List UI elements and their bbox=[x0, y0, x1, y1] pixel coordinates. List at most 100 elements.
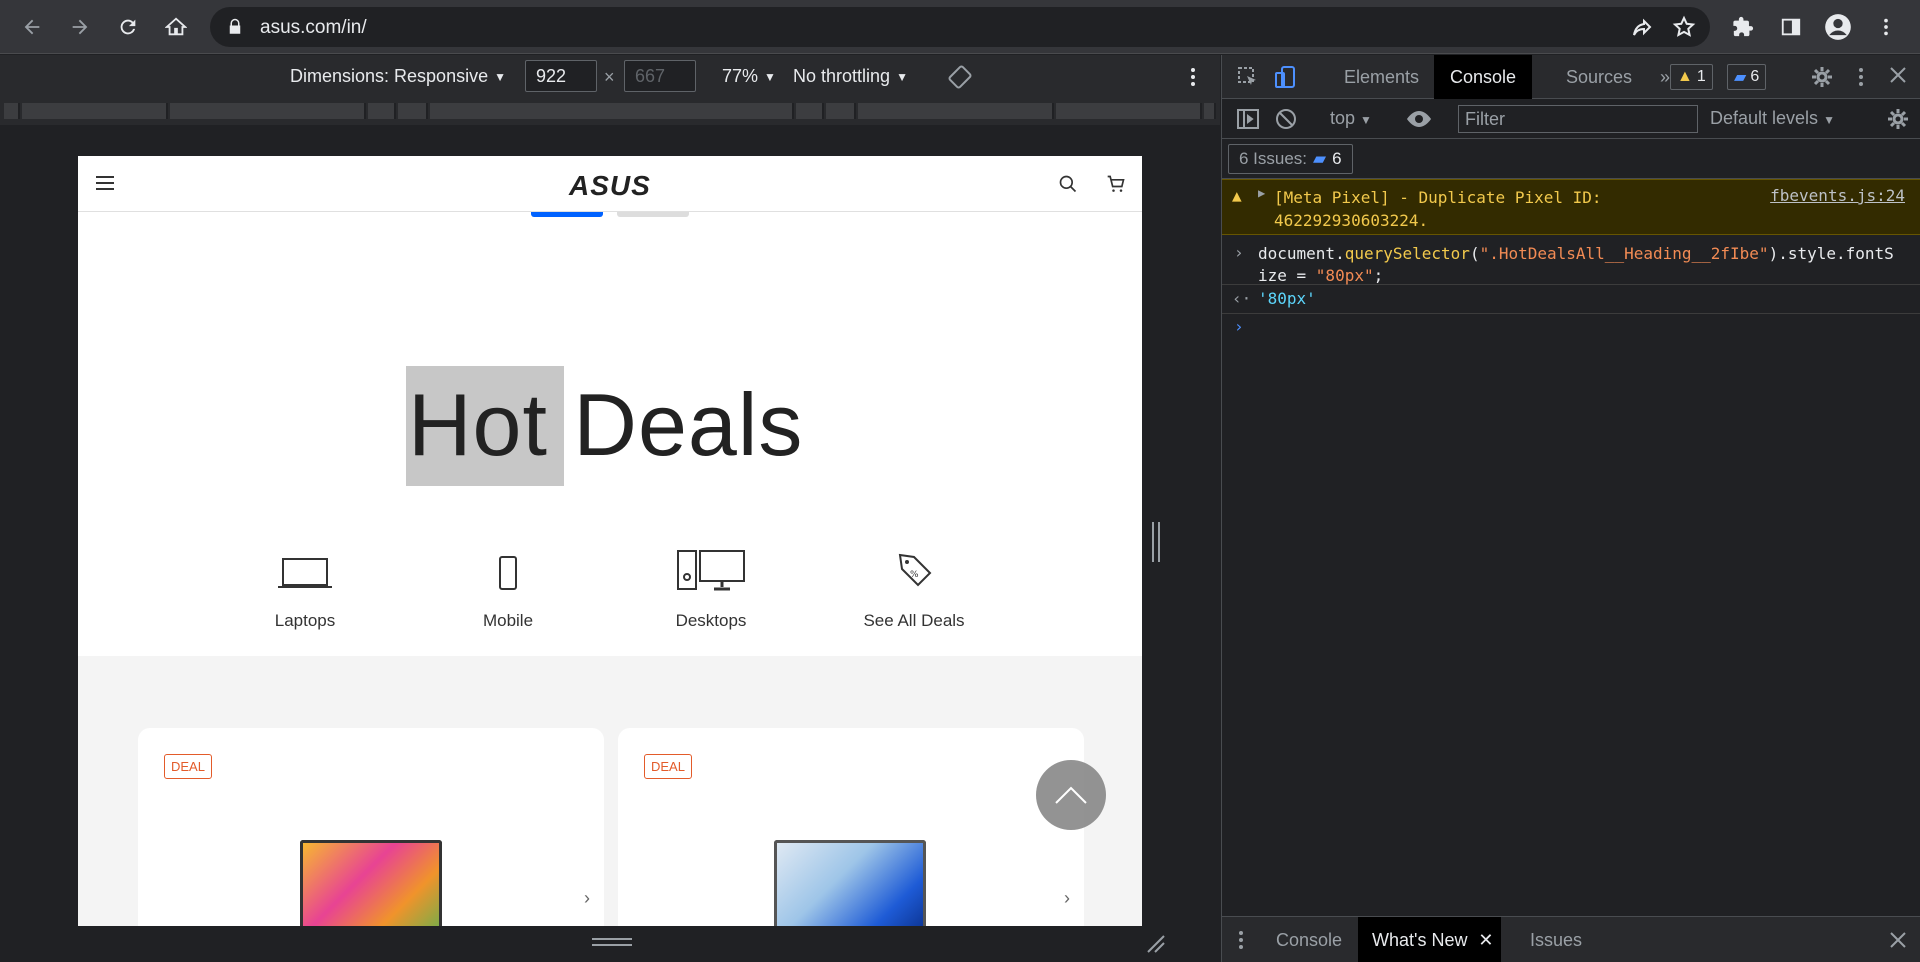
back-icon[interactable] bbox=[16, 11, 48, 43]
dimensions-label: Dimensions: Responsive bbox=[290, 66, 489, 86]
settings-gear-icon[interactable] bbox=[1810, 65, 1834, 94]
asus-logo[interactable]: ASUS bbox=[569, 170, 651, 202]
resize-handle-bottom[interactable] bbox=[592, 938, 632, 946]
output-text: '80px' bbox=[1258, 289, 1316, 308]
width-input[interactable]: 922 bbox=[525, 60, 597, 92]
cmd-open: ( bbox=[1469, 244, 1480, 263]
device-toggle-icon[interactable] bbox=[1274, 65, 1298, 94]
category-label: Laptops bbox=[274, 611, 336, 630]
chevron-right-icon: › bbox=[1234, 243, 1244, 262]
close-devtools-icon[interactable] bbox=[1888, 65, 1908, 90]
category-laptops[interactable]: Laptops bbox=[225, 541, 385, 631]
deal-card[interactable]: DEAL › bbox=[618, 728, 1084, 926]
warning-source-link[interactable]: fbevents.js:24 bbox=[1770, 186, 1905, 205]
carousel-indicator[interactable] bbox=[617, 212, 689, 217]
warning-count: 1 bbox=[1696, 68, 1706, 85]
cmd-value: "80px" bbox=[1315, 266, 1374, 285]
context-selector[interactable]: top ▼ bbox=[1330, 108, 1372, 129]
sidebar-toggle-icon[interactable] bbox=[1236, 107, 1260, 136]
tab-elements[interactable]: Elements bbox=[1328, 55, 1435, 99]
throttling-dropdown[interactable]: No throttling ▼ bbox=[793, 66, 908, 87]
issues-row: 6 Issues: ▰ 6 bbox=[1222, 139, 1920, 179]
context-label: top bbox=[1330, 108, 1356, 128]
more-options-icon[interactable] bbox=[1186, 65, 1200, 94]
svg-text:%: % bbox=[910, 570, 919, 580]
caret-down-icon: ▼ bbox=[764, 69, 776, 84]
tab-sources[interactable]: Sources bbox=[1550, 55, 1648, 99]
devtools-tab-bar: Elements Console Sources » ▲ 1 ▰ 6 bbox=[1222, 55, 1920, 99]
share-icon[interactable] bbox=[1630, 16, 1654, 40]
message-icon: ▰ bbox=[1313, 149, 1327, 168]
side-panel-icon[interactable] bbox=[1775, 11, 1807, 43]
extensions-icon[interactable] bbox=[1727, 11, 1759, 43]
address-bar[interactable]: asus.com/in/ bbox=[210, 7, 1710, 47]
deal-categories: Laptops Mobile Desktops % See All Deals bbox=[78, 541, 1142, 661]
console-toolbar: top ▼ Filter Default levels ▼ bbox=[1222, 99, 1920, 139]
expand-triangle-icon[interactable]: ▶ bbox=[1258, 186, 1265, 200]
url-text[interactable]: asus.com/in/ bbox=[260, 17, 367, 39]
tab-console[interactable]: Console bbox=[1434, 55, 1533, 99]
scroll-to-top-button[interactable] bbox=[1036, 760, 1106, 830]
resize-corner-icon[interactable] bbox=[1146, 934, 1166, 959]
browser-window: { "browser": { "url": "asus.com/in/" }, … bbox=[0, 0, 1920, 962]
zoom-dropdown[interactable]: 77% ▼ bbox=[722, 66, 776, 87]
messages-badge[interactable]: ▰ 6 bbox=[1727, 64, 1767, 90]
dimensions-dropdown[interactable]: Dimensions: Responsive ▼ bbox=[290, 66, 506, 87]
carousel-indicator-active[interactable] bbox=[531, 212, 603, 217]
device-toolbar: Dimensions: Responsive ▼ 922 × 667 77% ▼… bbox=[0, 55, 1220, 99]
browser-toolbar: asus.com/in/ bbox=[0, 0, 1920, 54]
close-drawer-icon[interactable] bbox=[1888, 930, 1908, 955]
return-arrow-icon: ‹· bbox=[1232, 289, 1252, 308]
search-icon[interactable] bbox=[1058, 174, 1078, 199]
height-input[interactable]: 667 bbox=[624, 60, 696, 92]
devtools-menu-icon[interactable] bbox=[1854, 65, 1868, 94]
live-expression-eye-icon[interactable] bbox=[1406, 107, 1432, 136]
chevron-right-icon[interactable]: › bbox=[1064, 888, 1070, 909]
forward-icon[interactable] bbox=[64, 11, 96, 43]
hamburger-menu-icon[interactable] bbox=[96, 176, 114, 190]
console-filter-input[interactable]: Filter bbox=[1458, 105, 1698, 133]
category-mobile[interactable]: Mobile bbox=[428, 541, 588, 631]
profile-avatar-icon[interactable] bbox=[1822, 11, 1854, 43]
log-levels-dropdown[interactable]: Default levels ▼ bbox=[1710, 108, 1835, 129]
prompt-chevron-icon: › bbox=[1234, 317, 1244, 336]
browser-menu-icon[interactable] bbox=[1870, 11, 1902, 43]
console-warning-message: ▲ ▶ [Meta Pixel] - Duplicate Pixel ID: 4… bbox=[1222, 179, 1920, 235]
log-levels-label: Default levels bbox=[1710, 108, 1819, 128]
issues-button[interactable]: 6 Issues: ▰ 6 bbox=[1228, 144, 1353, 174]
resize-handle-right[interactable] bbox=[1152, 522, 1160, 562]
deal-card[interactable]: DEAL › bbox=[138, 728, 604, 926]
close-tab-icon[interactable]: ✕ bbox=[1478, 917, 1493, 962]
cmd-prefix: document. bbox=[1258, 244, 1345, 263]
devtools-panel: Elements Console Sources » ▲ 1 ▰ 6 top ▼… bbox=[1221, 55, 1920, 962]
caret-down-icon: ▼ bbox=[494, 69, 506, 84]
laptop-icon bbox=[225, 541, 385, 591]
clear-console-icon[interactable] bbox=[1274, 107, 1298, 136]
drawer-tab-console[interactable]: Console bbox=[1262, 917, 1356, 962]
command-text[interactable]: document.querySelector(".HotDealsAll__He… bbox=[1258, 243, 1898, 287]
drawer-tab-whats-new[interactable]: What's New ✕ bbox=[1358, 917, 1502, 962]
inspect-element-icon[interactable] bbox=[1236, 65, 1260, 94]
category-label: Mobile bbox=[482, 611, 534, 630]
reload-icon[interactable] bbox=[112, 11, 144, 43]
console-prompt[interactable]: › bbox=[1222, 315, 1920, 339]
throttling-label: No throttling bbox=[793, 66, 891, 86]
cmd-end: ; bbox=[1373, 266, 1384, 285]
times-sign: × bbox=[604, 67, 615, 87]
hero-title-text: Hot Deals bbox=[408, 375, 804, 474]
cart-icon[interactable] bbox=[1106, 174, 1126, 199]
bookmark-star-icon[interactable] bbox=[1672, 15, 1696, 39]
chevron-right-icon[interactable]: › bbox=[584, 888, 590, 909]
caret-down-icon: ▼ bbox=[896, 69, 908, 84]
message-count: 6 bbox=[1750, 68, 1760, 85]
rotate-icon[interactable] bbox=[948, 65, 972, 94]
category-desktops[interactable]: Desktops bbox=[631, 541, 791, 631]
console-settings-gear-icon[interactable] bbox=[1886, 107, 1910, 136]
media-query-bar[interactable] bbox=[0, 99, 1220, 125]
home-icon[interactable] bbox=[160, 11, 192, 43]
drawer-menu-icon[interactable] bbox=[1236, 929, 1246, 956]
category-see-all-deals[interactable]: % See All Deals bbox=[834, 541, 994, 631]
warnings-badge[interactable]: ▲ 1 bbox=[1670, 64, 1713, 90]
drawer-tab-issues[interactable]: Issues bbox=[1516, 917, 1596, 962]
issues-label: 6 Issues: bbox=[1239, 149, 1308, 168]
